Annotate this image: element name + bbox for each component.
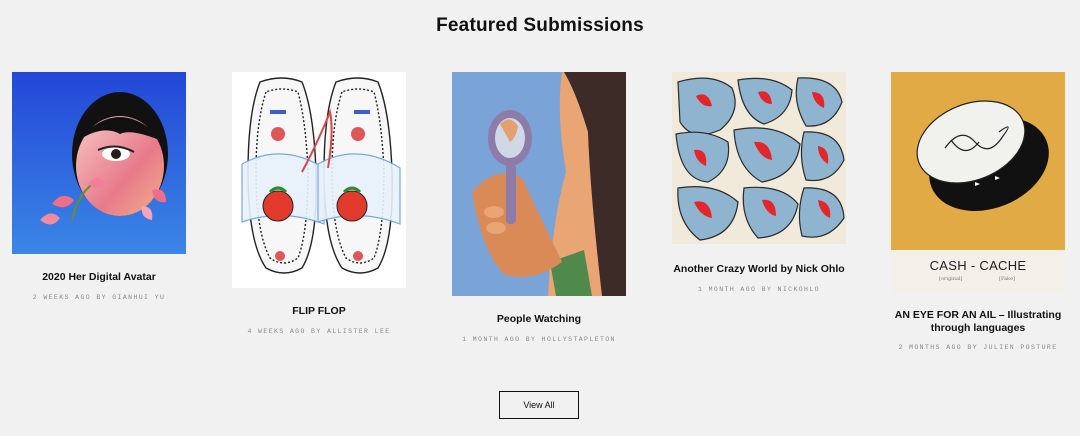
submission-thumbnail[interactable] xyxy=(12,72,186,254)
submission-thumbnail[interactable]: CASH - CACHE [original] [Fake] xyxy=(891,72,1065,293)
submission-meta: 2 weeks ago by Gianhui Yu xyxy=(32,294,166,301)
submission-thumbnail[interactable] xyxy=(452,72,626,296)
submission-title[interactable]: People Watching xyxy=(452,313,626,326)
submission-card: CASH - CACHE [original] [Fake] AN EYE FO… xyxy=(891,72,1065,351)
submission-thumbnail[interactable] xyxy=(672,72,846,244)
submission-title[interactable]: AN EYE FOR AN AIL – Illustrating through… xyxy=(891,309,1065,335)
submission-title[interactable]: Another Crazy World by Nick Ohlo xyxy=(672,263,846,276)
submission-thumbnail[interactable] xyxy=(232,72,406,288)
submission-card: FLIP FLOP 4 weeks ago by Allister Lee xyxy=(232,72,406,335)
submission-card: Another Crazy World by Nick Ohlo 1 month… xyxy=(672,72,846,293)
digital-avatar-artwork xyxy=(12,72,186,254)
people-watching-artwork xyxy=(452,72,626,296)
view-all-button[interactable]: View All xyxy=(499,391,579,419)
crazy-world-artwork xyxy=(672,72,846,244)
artwork-caption: CASH - CACHE xyxy=(929,258,1027,273)
submission-meta: 1 month ago by nickohlo xyxy=(698,286,820,293)
submission-title[interactable]: 2020 Her Digital Avatar xyxy=(12,271,186,284)
submission-meta: 1 month ago by hollystapleton xyxy=(462,336,616,343)
section-title: Featured Submissions xyxy=(436,15,644,36)
submission-title[interactable]: FLIP FLOP xyxy=(232,305,406,318)
flip-flop-artwork xyxy=(232,72,406,288)
artwork-subcaption-right: [Fake] xyxy=(999,276,1016,282)
submission-meta: 4 weeks ago by Allister Lee xyxy=(247,328,391,335)
artwork-subcaption-left: [original] xyxy=(939,276,963,282)
submission-card: 2020 Her Digital Avatar 2 weeks ago by G… xyxy=(12,72,186,301)
submission-meta: 2 months ago by Julien Posture xyxy=(898,344,1058,351)
submission-card: People Watching 1 month ago by hollystap… xyxy=(452,72,626,343)
